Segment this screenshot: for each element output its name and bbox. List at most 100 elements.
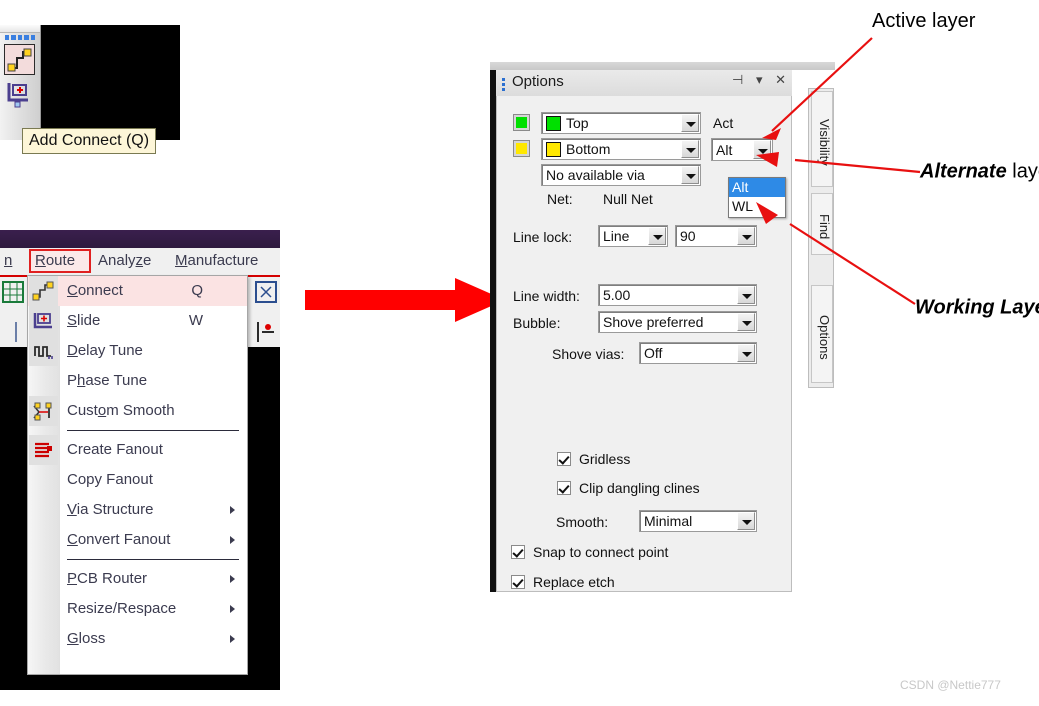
active-layer-combo[interactable]: Top	[541, 112, 701, 134]
menu-caret-icon[interactable]: ▾	[756, 72, 763, 87]
menu-item-create-fanout[interactable]: Create Fanout	[28, 435, 247, 465]
delay-tune-icon	[31, 340, 56, 362]
submenu-arrow-icon	[230, 536, 235, 544]
chevron-down-icon[interactable]	[737, 313, 755, 331]
via-combo[interactable]: No available via	[541, 164, 701, 186]
net-label: Net:	[547, 191, 573, 207]
smooth-label: Smooth:	[556, 514, 609, 530]
panel-titlebar: Options ⊣ ▾ ✕	[496, 70, 792, 97]
gridless-label: Gridless	[579, 451, 631, 467]
pin-icon[interactable]: ⊣	[732, 72, 743, 87]
chevron-down-icon[interactable]	[737, 344, 755, 362]
smooth-combo[interactable]: Minimal	[639, 510, 757, 532]
chevron-down-icon[interactable]	[737, 286, 755, 304]
slide-glyph-icon	[7, 83, 28, 108]
alternate-layer-combo[interactable]: Bottom	[541, 138, 701, 160]
toolbar-snippet: Add Connect (Q)	[0, 25, 180, 154]
menu-item-via-structure[interactable]: Via Structure	[28, 495, 247, 525]
line-lock-mode-combo[interactable]: Line	[598, 225, 668, 247]
gridless-checkbox[interactable]	[557, 452, 571, 466]
panel-grip-icon	[502, 78, 506, 91]
line-lock-mode-value: Line	[603, 228, 630, 244]
menu-item-label: Custom Smooth	[67, 402, 175, 419]
line-width-label: Line width:	[513, 288, 580, 304]
close-icon[interactable]: ✕	[775, 72, 786, 87]
menu-item-delay-tune[interactable]: Delay Tune	[28, 336, 247, 366]
menu-item-phase-tune[interactable]: Phase Tune	[28, 366, 247, 396]
alt-mode-dropdown-list[interactable]: Alt WL	[728, 177, 786, 218]
connect-icon	[31, 280, 56, 302]
menu-item-connect[interactable]: Connect Q	[28, 276, 247, 306]
active-layer-annotation: Active layer	[872, 10, 976, 32]
slide-icon[interactable]	[4, 79, 35, 110]
menu-item-convert-fanout[interactable]: Convert Fanout	[28, 525, 247, 555]
menubar-item-n[interactable]: n	[4, 252, 12, 269]
sidebar-tab-find[interactable]: Find	[811, 193, 833, 255]
chevron-down-icon[interactable]	[681, 140, 699, 158]
menubar-item-analyze[interactable]: Analyze	[98, 252, 151, 269]
app-titlebar	[0, 230, 280, 248]
line-width-combo[interactable]: 5.00	[598, 284, 757, 306]
smooth-value: Minimal	[644, 513, 693, 529]
menubar-item-route[interactable]: Route	[35, 252, 75, 269]
bubble-combo[interactable]: Shove preferred	[598, 311, 757, 333]
menu-item-label: Phase Tune	[67, 372, 148, 389]
chevron-down-icon[interactable]	[681, 166, 699, 184]
alternate-layer-value: Bottom	[566, 141, 611, 157]
line-width-value: 5.00	[603, 287, 631, 303]
sidebar-tab-visibility[interactable]: Visibility	[811, 91, 833, 187]
bubble-value: Shove preferred	[603, 314, 704, 330]
active-layer-color	[516, 117, 527, 128]
snap-connect-checkbox[interactable]	[511, 545, 525, 559]
chevron-down-icon[interactable]	[737, 512, 755, 530]
menu-item-label: PCB Router	[67, 570, 148, 587]
chevron-down-icon[interactable]	[648, 227, 666, 245]
alternate-layer-color	[516, 143, 527, 154]
alternate-layer-color-chip	[546, 142, 561, 157]
snap-connect-label: Snap to connect point	[533, 544, 669, 560]
create-fanout-icon	[31, 439, 56, 461]
chevron-down-icon[interactable]	[681, 114, 699, 132]
menu-item-gloss[interactable]: Gloss	[28, 624, 247, 654]
tooltip-add-connect: Add Connect (Q)	[22, 128, 157, 154]
alt-mode-combo[interactable]: Alt	[711, 138, 773, 161]
connect-glyph-icon	[7, 48, 32, 72]
line-lock-angle-combo[interactable]: 90	[675, 225, 757, 247]
submenu-arrow-icon	[230, 635, 235, 643]
active-layer-swatch-button[interactable]	[513, 114, 530, 131]
clip-dangling-label: Clip dangling clines	[579, 480, 700, 496]
menu-item-custom-smooth[interactable]: Custom Smooth	[28, 396, 247, 426]
submenu-arrow-icon	[230, 605, 235, 613]
replace-etch-label: Replace etch	[533, 574, 615, 590]
menu-item-label: Copy Fanout	[67, 471, 153, 488]
menubar-item-manufacture[interactable]: Manufacture	[175, 252, 258, 269]
menu-item-slide[interactable]: Slide W	[28, 306, 247, 336]
replace-etch-checkbox[interactable]	[511, 575, 525, 589]
custom-smooth-icon	[31, 400, 56, 422]
line-lock-label: Line lock:	[513, 229, 573, 245]
chevron-down-icon[interactable]	[737, 227, 755, 245]
shove-vias-value: Off	[644, 345, 663, 361]
menubar: n Route Analyze Manufacture	[0, 248, 280, 277]
active-layer-value: Top	[566, 115, 589, 131]
menu-item-shortcut: W	[188, 312, 203, 329]
menu-item-resize-respace[interactable]: Resize/Respace	[28, 594, 247, 624]
watermark: CSDN @Nettie777	[900, 678, 1001, 692]
clip-dangling-checkbox[interactable]	[557, 481, 571, 495]
menu-item-label: Gloss	[67, 630, 106, 647]
options-panel: Options ⊣ ▾ ✕ Top Act Bottom Alt No avai…	[490, 62, 835, 592]
toolbar-strip	[0, 25, 41, 140]
menu-item-pcb-router[interactable]: PCB Router	[28, 564, 247, 594]
route-dropdown-menu: Connect Q Slide W Delay Tune Phase Tune …	[27, 275, 248, 675]
menu-item-copy-fanout[interactable]: Copy Fanout	[28, 465, 247, 495]
menu-separator	[67, 559, 239, 560]
sidebar-tab-options[interactable]: Options	[811, 285, 833, 383]
chevron-down-icon[interactable]	[753, 140, 771, 159]
alt-option-alt[interactable]: Alt	[729, 178, 785, 197]
shove-vias-combo[interactable]: Off	[639, 342, 757, 364]
alt-option-wl[interactable]: WL	[729, 197, 785, 216]
add-connect-icon[interactable]	[4, 44, 35, 75]
alternate-layer-swatch-button[interactable]	[513, 140, 530, 157]
toolbar-grip-dots	[5, 35, 36, 40]
flow-arrow-icon	[305, 278, 505, 322]
